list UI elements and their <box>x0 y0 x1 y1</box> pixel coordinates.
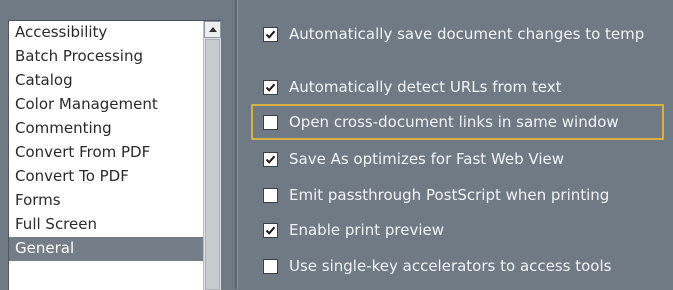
option-cross-doc-links[interactable]: Open cross-document links in same window <box>263 110 673 134</box>
detect-urls-label: Automatically detect URLs from text <box>289 78 562 96</box>
print-preview-label: Enable print preview <box>289 221 445 239</box>
checkmark-icon <box>265 83 276 92</box>
up-arrow-icon <box>208 27 217 32</box>
category-item-convert-to-pdf[interactable]: Convert To PDF <box>9 165 203 189</box>
category-item-full-screen[interactable]: Full Screen <box>9 213 203 237</box>
option-print-preview[interactable]: Enable print preview <box>263 218 673 242</box>
category-item-color-management[interactable]: Color Management <box>9 93 203 117</box>
category-scrollbar[interactable] <box>203 21 221 290</box>
cross-doc-links-checkbox[interactable] <box>263 114 278 130</box>
panel-splitter[interactable] <box>235 0 238 289</box>
option-detect-urls[interactable]: Automatically detect URLs from text <box>263 75 673 99</box>
option-auto-save[interactable]: Automatically save document changes to t… <box>263 22 673 46</box>
print-preview-checkbox[interactable] <box>263 222 278 238</box>
cross-doc-links-label: Open cross-document links in same window <box>289 113 619 131</box>
option-fast-web-view[interactable]: Save As optimizes for Fast Web View <box>263 147 673 171</box>
option-single-key-accelerators[interactable]: Use single-key accelerators to access to… <box>263 254 673 278</box>
preferences-panel: Accessibility Batch Processing Catalog C… <box>0 0 673 290</box>
category-item-accessibility[interactable]: Accessibility <box>9 21 203 45</box>
category-item-forms[interactable]: Forms <box>9 189 203 213</box>
checkmark-icon <box>265 30 276 39</box>
category-list[interactable]: Accessibility Batch Processing Catalog C… <box>8 20 221 290</box>
detect-urls-checkbox[interactable] <box>263 79 278 95</box>
category-item-catalog[interactable]: Catalog <box>9 69 203 93</box>
scroll-up-button[interactable] <box>204 21 221 38</box>
scroll-thumb[interactable] <box>205 39 220 290</box>
checkmark-icon <box>265 226 276 235</box>
single-key-accelerators-label: Use single-key accelerators to access to… <box>289 257 612 275</box>
checkmark-icon <box>265 155 276 164</box>
category-item-batch-processing[interactable]: Batch Processing <box>9 45 203 69</box>
passthrough-postscript-checkbox[interactable] <box>263 187 278 203</box>
category-item-general[interactable]: General <box>9 237 203 261</box>
single-key-accelerators-checkbox[interactable] <box>263 258 278 274</box>
auto-save-checkbox[interactable] <box>263 26 278 42</box>
option-passthrough-postscript[interactable]: Emit passthrough PostScript when printin… <box>263 183 673 207</box>
fast-web-view-checkbox[interactable] <box>263 151 278 167</box>
category-item-commenting[interactable]: Commenting <box>9 117 203 141</box>
auto-save-label: Automatically save document changes to t… <box>289 25 645 43</box>
fast-web-view-label: Save As optimizes for Fast Web View <box>289 150 565 168</box>
passthrough-postscript-label: Emit passthrough PostScript when printin… <box>289 186 610 204</box>
category-item-convert-from-pdf[interactable]: Convert From PDF <box>9 141 203 165</box>
